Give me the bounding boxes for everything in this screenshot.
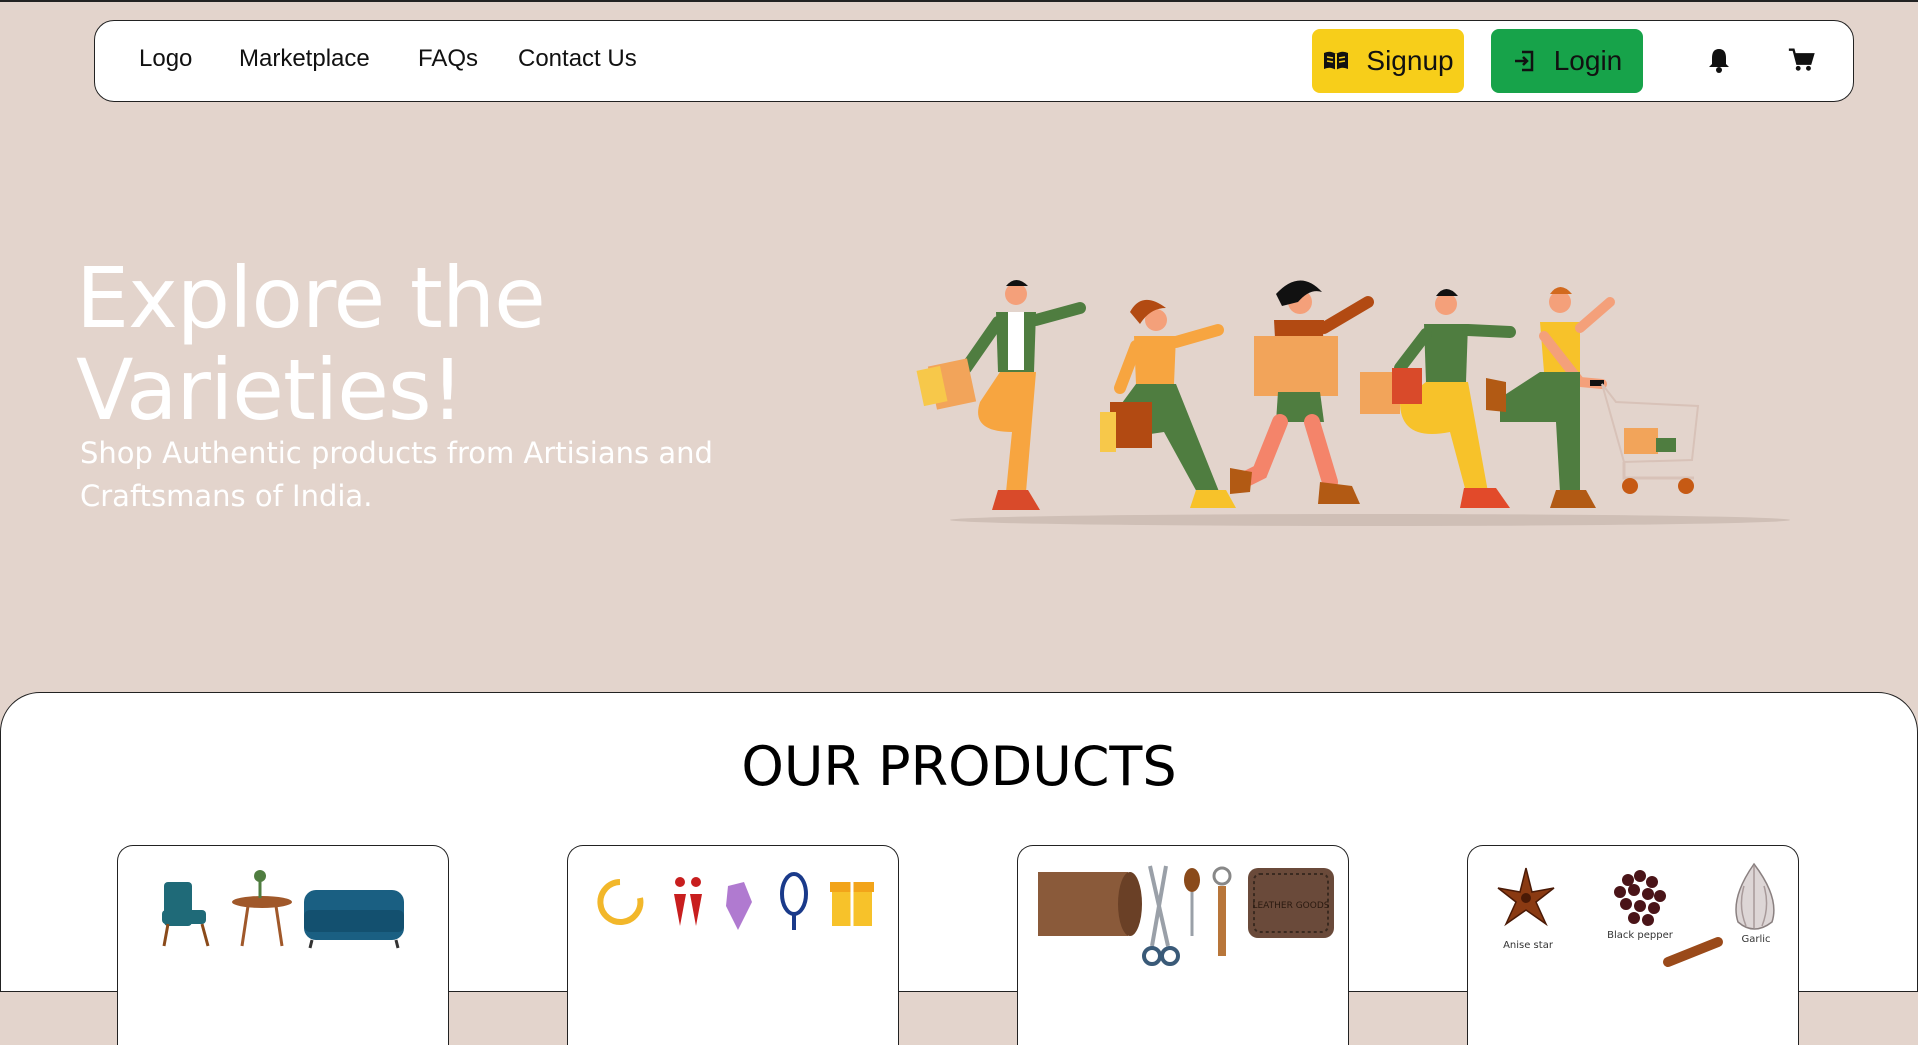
hero-title: Explore the Varieties! — [76, 249, 546, 439]
products-heading: OUR PRODUCTS — [741, 735, 1177, 798]
nav-marketplace-link[interactable]: Marketplace — [239, 45, 370, 73]
signup-button[interactable]: Signup — [1312, 29, 1464, 93]
bell-icon[interactable] — [1705, 45, 1733, 73]
shopper-figure — [916, 280, 1086, 510]
nav-contact-link[interactable]: Contact Us — [518, 45, 637, 73]
shoppers-illustration — [916, 280, 1790, 526]
jewellery-image — [597, 872, 874, 930]
products-section: OUR PRODUCTS LEATHER GOODS Anise star Bl… — [0, 692, 1918, 1045]
leather-goods-text: LEATHER GOODS — [1252, 901, 1329, 911]
book-icon — [1324, 51, 1349, 70]
shopper-figure — [1230, 280, 1374, 504]
product-card-furniture[interactable] — [117, 845, 449, 1045]
navbar: Logo Marketplace FAQs Contact Us Signup … — [94, 20, 1854, 102]
product-card-leather[interactable]: LEATHER GOODS — [1017, 845, 1349, 1045]
furniture-image — [162, 870, 404, 949]
hero-subtitle: Shop Authentic products from Artisians a… — [80, 436, 713, 513]
product-card-spices[interactable]: Anise star Black pepper Garlic — [1467, 845, 1799, 1045]
signup-label: Signup — [1366, 45, 1454, 76]
spice-label: Anise star — [1503, 940, 1554, 951]
nav-logo-link[interactable]: Logo — [139, 45, 192, 73]
login-icon — [1514, 50, 1533, 72]
spice-label: Garlic — [1741, 934, 1770, 945]
shopper-figure — [1486, 287, 1700, 508]
nav-faqs-link[interactable]: FAQs — [418, 45, 478, 73]
leather-goods-image: LEATHER GOODS — [1038, 865, 1334, 966]
spice-label: Black pepper — [1607, 930, 1674, 941]
login-button[interactable]: Login — [1491, 29, 1643, 93]
shopper-figure — [1100, 299, 1236, 508]
login-label: Login — [1553, 45, 1623, 76]
spices-image: Anise star Black pepper Garlic — [1497, 862, 1775, 967]
cart-icon[interactable] — [1787, 45, 1815, 73]
product-card-jewellery[interactable] — [567, 845, 899, 1045]
